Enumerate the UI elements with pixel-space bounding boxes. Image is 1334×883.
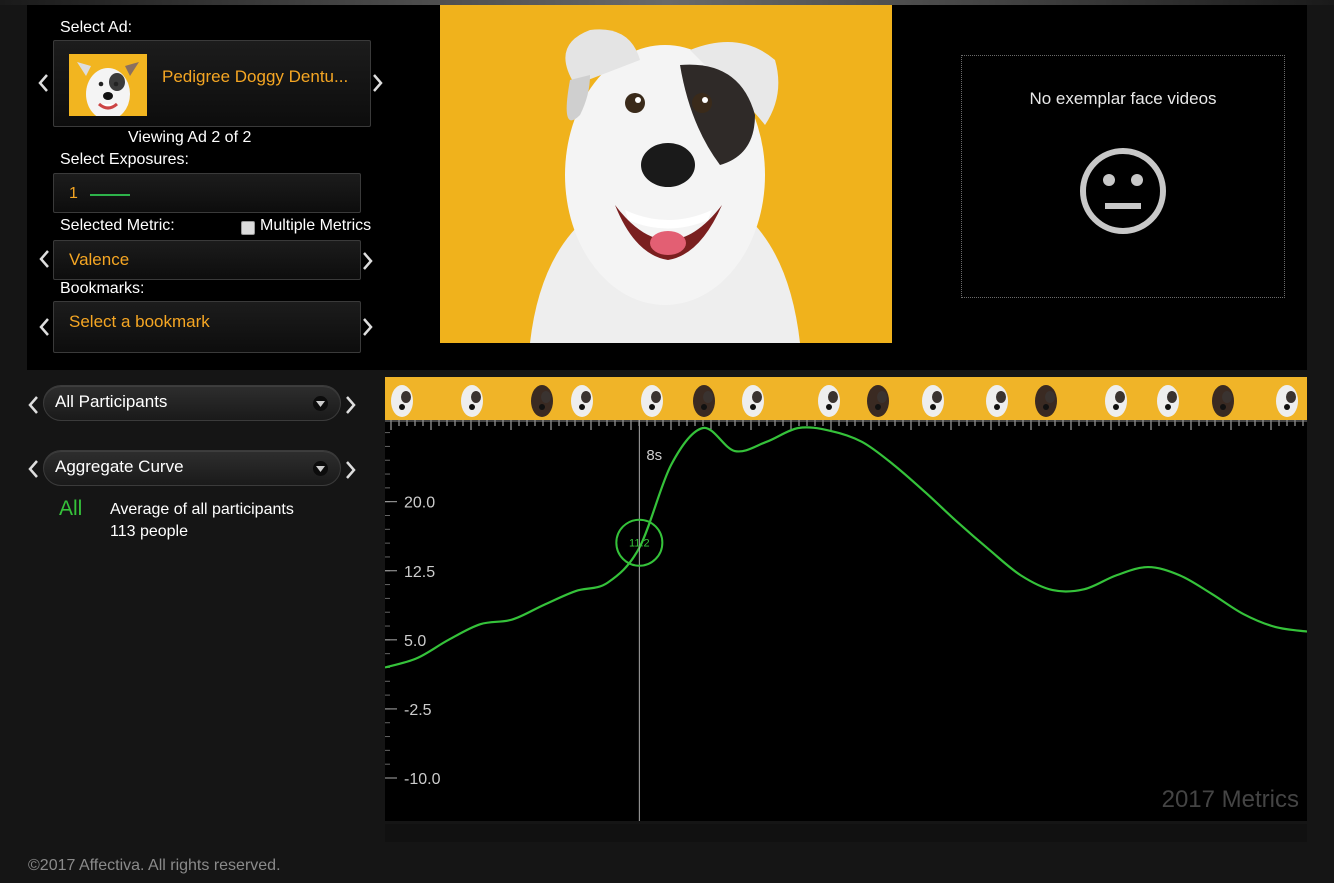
chart-plot[interactable]: 20.0 12.5 5.0 -2.5 -10.0 2017 Metrics 8s 11.2 bbox=[385, 420, 1307, 821]
filmstrip-frame bbox=[733, 377, 791, 420]
prev-participants-arrow[interactable] bbox=[25, 393, 41, 417]
filmstrip-frame bbox=[675, 377, 733, 420]
multiple-metrics-checkbox[interactable] bbox=[241, 221, 255, 235]
filmstrip-frame bbox=[501, 377, 559, 420]
filmstrip-frame bbox=[1139, 377, 1197, 420]
ad-video-player[interactable] bbox=[440, 5, 892, 343]
participants-value: All Participants bbox=[55, 392, 168, 411]
dog-video-frame bbox=[440, 5, 892, 343]
ad-title: Pedigree Doggy Dentu... bbox=[162, 67, 349, 86]
chart-footer-bar bbox=[385, 824, 1307, 842]
watermark-text: 2017 Metrics bbox=[1162, 786, 1299, 813]
cursor-value-label: 11.2 bbox=[629, 538, 650, 550]
next-participants-arrow[interactable] bbox=[343, 393, 359, 417]
select-ad-label: Select Ad: bbox=[60, 19, 133, 36]
filmstrip-frame bbox=[791, 377, 849, 420]
filmstrip-frame bbox=[1081, 377, 1139, 420]
prev-curve-arrow[interactable] bbox=[25, 457, 41, 481]
legend-tag: All bbox=[59, 497, 83, 520]
filmstrip-frame bbox=[443, 377, 501, 420]
chevron-down-icon bbox=[313, 396, 328, 411]
video-filmstrip[interactable] bbox=[385, 377, 1307, 420]
bookmark-selector[interactable]: Select a bookmark bbox=[53, 301, 361, 353]
filmstrip-frame bbox=[1023, 377, 1081, 420]
exposure-value: 1 bbox=[69, 185, 78, 202]
y-tick-label: 20.0 bbox=[404, 495, 435, 512]
series-line bbox=[385, 426, 1307, 669]
y-tick-label: -2.5 bbox=[404, 702, 432, 719]
legend-line2: 113 people bbox=[110, 523, 188, 540]
bookmark-value: Select a bookmark bbox=[69, 312, 210, 331]
y-tick-label: 12.5 bbox=[404, 564, 435, 581]
time-cursor-label: 8s bbox=[646, 447, 662, 464]
curve-dropdown[interactable]: Aggregate Curve bbox=[43, 450, 341, 486]
selected-metric-label: Selected Metric: bbox=[60, 217, 175, 234]
filmstrip-frame bbox=[617, 377, 675, 420]
ad-thumbnail bbox=[69, 54, 147, 116]
metric-chart[interactable]: 20.0 12.5 5.0 -2.5 -10.0 2017 Metrics 8s 11.2 bbox=[385, 377, 1307, 821]
filmstrip-frame bbox=[1255, 377, 1307, 420]
neutral-face-icon bbox=[1080, 148, 1166, 234]
exposures-selector[interactable]: 1 bbox=[53, 173, 361, 213]
next-curve-arrow[interactable] bbox=[343, 458, 359, 482]
filmstrip-frame bbox=[849, 377, 907, 420]
viewing-ad-count: Viewing Ad 2 of 2 bbox=[128, 129, 252, 146]
next-ad-arrow[interactable] bbox=[370, 71, 386, 95]
metric-value: Valence bbox=[69, 250, 130, 269]
filmstrip-frame bbox=[559, 377, 617, 420]
prev-bookmark-arrow[interactable] bbox=[36, 315, 52, 339]
filmstrip-frame bbox=[965, 377, 1023, 420]
exposure-line-swatch bbox=[90, 194, 130, 196]
legend-line1: Average of all participants bbox=[110, 501, 294, 518]
select-exposures-label: Select Exposures: bbox=[60, 151, 189, 168]
copyright-text: ©2017 Affectiva. All rights reserved. bbox=[28, 857, 281, 874]
y-tick-label: -10.0 bbox=[404, 771, 441, 788]
filmstrip-frame bbox=[907, 377, 965, 420]
filmstrip-frame bbox=[385, 377, 443, 420]
multiple-metrics-label: Multiple Metrics bbox=[260, 217, 372, 234]
prev-metric-arrow[interactable] bbox=[36, 247, 52, 271]
participants-dropdown[interactable]: All Participants bbox=[43, 385, 341, 421]
filmstrip-frame bbox=[1197, 377, 1255, 420]
ad-selector[interactable]: Pedigree Doggy Dentu... bbox=[53, 40, 371, 127]
curve-value: Aggregate Curve bbox=[55, 457, 184, 476]
no-exemplar-text: No exemplar face videos bbox=[1029, 89, 1217, 108]
next-bookmark-arrow[interactable] bbox=[360, 315, 376, 339]
y-tick-label: 5.0 bbox=[404, 633, 426, 650]
chevron-down-icon bbox=[313, 461, 328, 476]
next-metric-arrow[interactable] bbox=[360, 249, 376, 273]
metric-selector[interactable]: Valence bbox=[53, 240, 361, 280]
bookmarks-label: Bookmarks: bbox=[60, 280, 145, 297]
prev-ad-arrow[interactable] bbox=[35, 71, 51, 95]
exemplar-face-panel: No exemplar face videos bbox=[961, 55, 1285, 298]
